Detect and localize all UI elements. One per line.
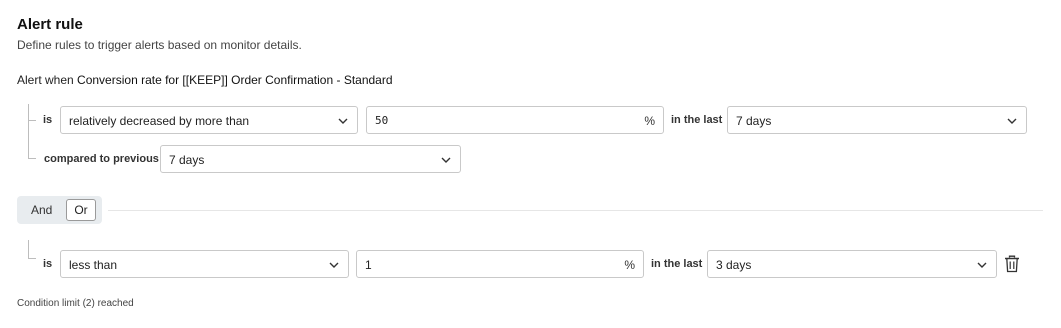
and-option[interactable]: And (31, 203, 52, 217)
chevron-down-icon (977, 262, 987, 268)
threshold-value: 50 (375, 114, 389, 127)
operator-select[interactable]: relatively decreased by more than (60, 106, 358, 134)
operator-select-value: relatively decreased by more than (69, 114, 250, 128)
divider (108, 210, 1043, 211)
alert-when-prefix: Alert when (17, 73, 74, 87)
window-select-value: 3 days (716, 258, 752, 272)
compare-window-select[interactable]: 7 days (160, 145, 461, 173)
condition-bracket (28, 240, 29, 258)
condition-tick (28, 258, 36, 259)
chevron-down-icon (1007, 118, 1017, 124)
operator-select[interactable]: less than (60, 250, 349, 278)
logic-toggle: And Or (17, 196, 102, 224)
compared-to-previous-label: compared to previous (44, 153, 159, 165)
percent-unit: % (644, 114, 655, 128)
window-select[interactable]: 7 days (727, 106, 1027, 134)
chevron-down-icon (338, 118, 348, 124)
chevron-down-icon (329, 262, 339, 268)
or-option[interactable]: Or (66, 199, 96, 221)
chevron-down-icon (441, 157, 451, 163)
window-select-value: 7 days (736, 114, 772, 128)
operator-select-value: less than (69, 258, 118, 272)
condition-bracket (28, 104, 29, 158)
page-title: Alert rule (17, 16, 83, 33)
condition-limit-text: Condition limit (2) reached (17, 298, 134, 309)
compare-window-value: 7 days (169, 153, 205, 167)
threshold-value: 1 (365, 258, 372, 272)
alert-when-text: Alert when Conversion rate for [[KEEP]] … (17, 73, 393, 87)
threshold-input[interactable]: 1 % (356, 250, 644, 278)
window-select[interactable]: 3 days (707, 250, 997, 278)
in-the-last-label: in the last (671, 114, 723, 126)
condition-tick (28, 158, 36, 159)
trash-icon[interactable] (1004, 255, 1020, 273)
condition-tick (28, 120, 36, 121)
is-label: is (43, 258, 53, 270)
is-label: is (43, 114, 53, 126)
page-subtitle: Define rules to trigger alerts based on … (17, 38, 302, 52)
percent-unit: % (624, 258, 635, 272)
in-the-last-label: in the last (651, 258, 703, 270)
threshold-input[interactable]: 50 % (366, 106, 664, 134)
alert-metric: Conversion rate for [[KEEP]] Order Confi… (77, 73, 393, 87)
